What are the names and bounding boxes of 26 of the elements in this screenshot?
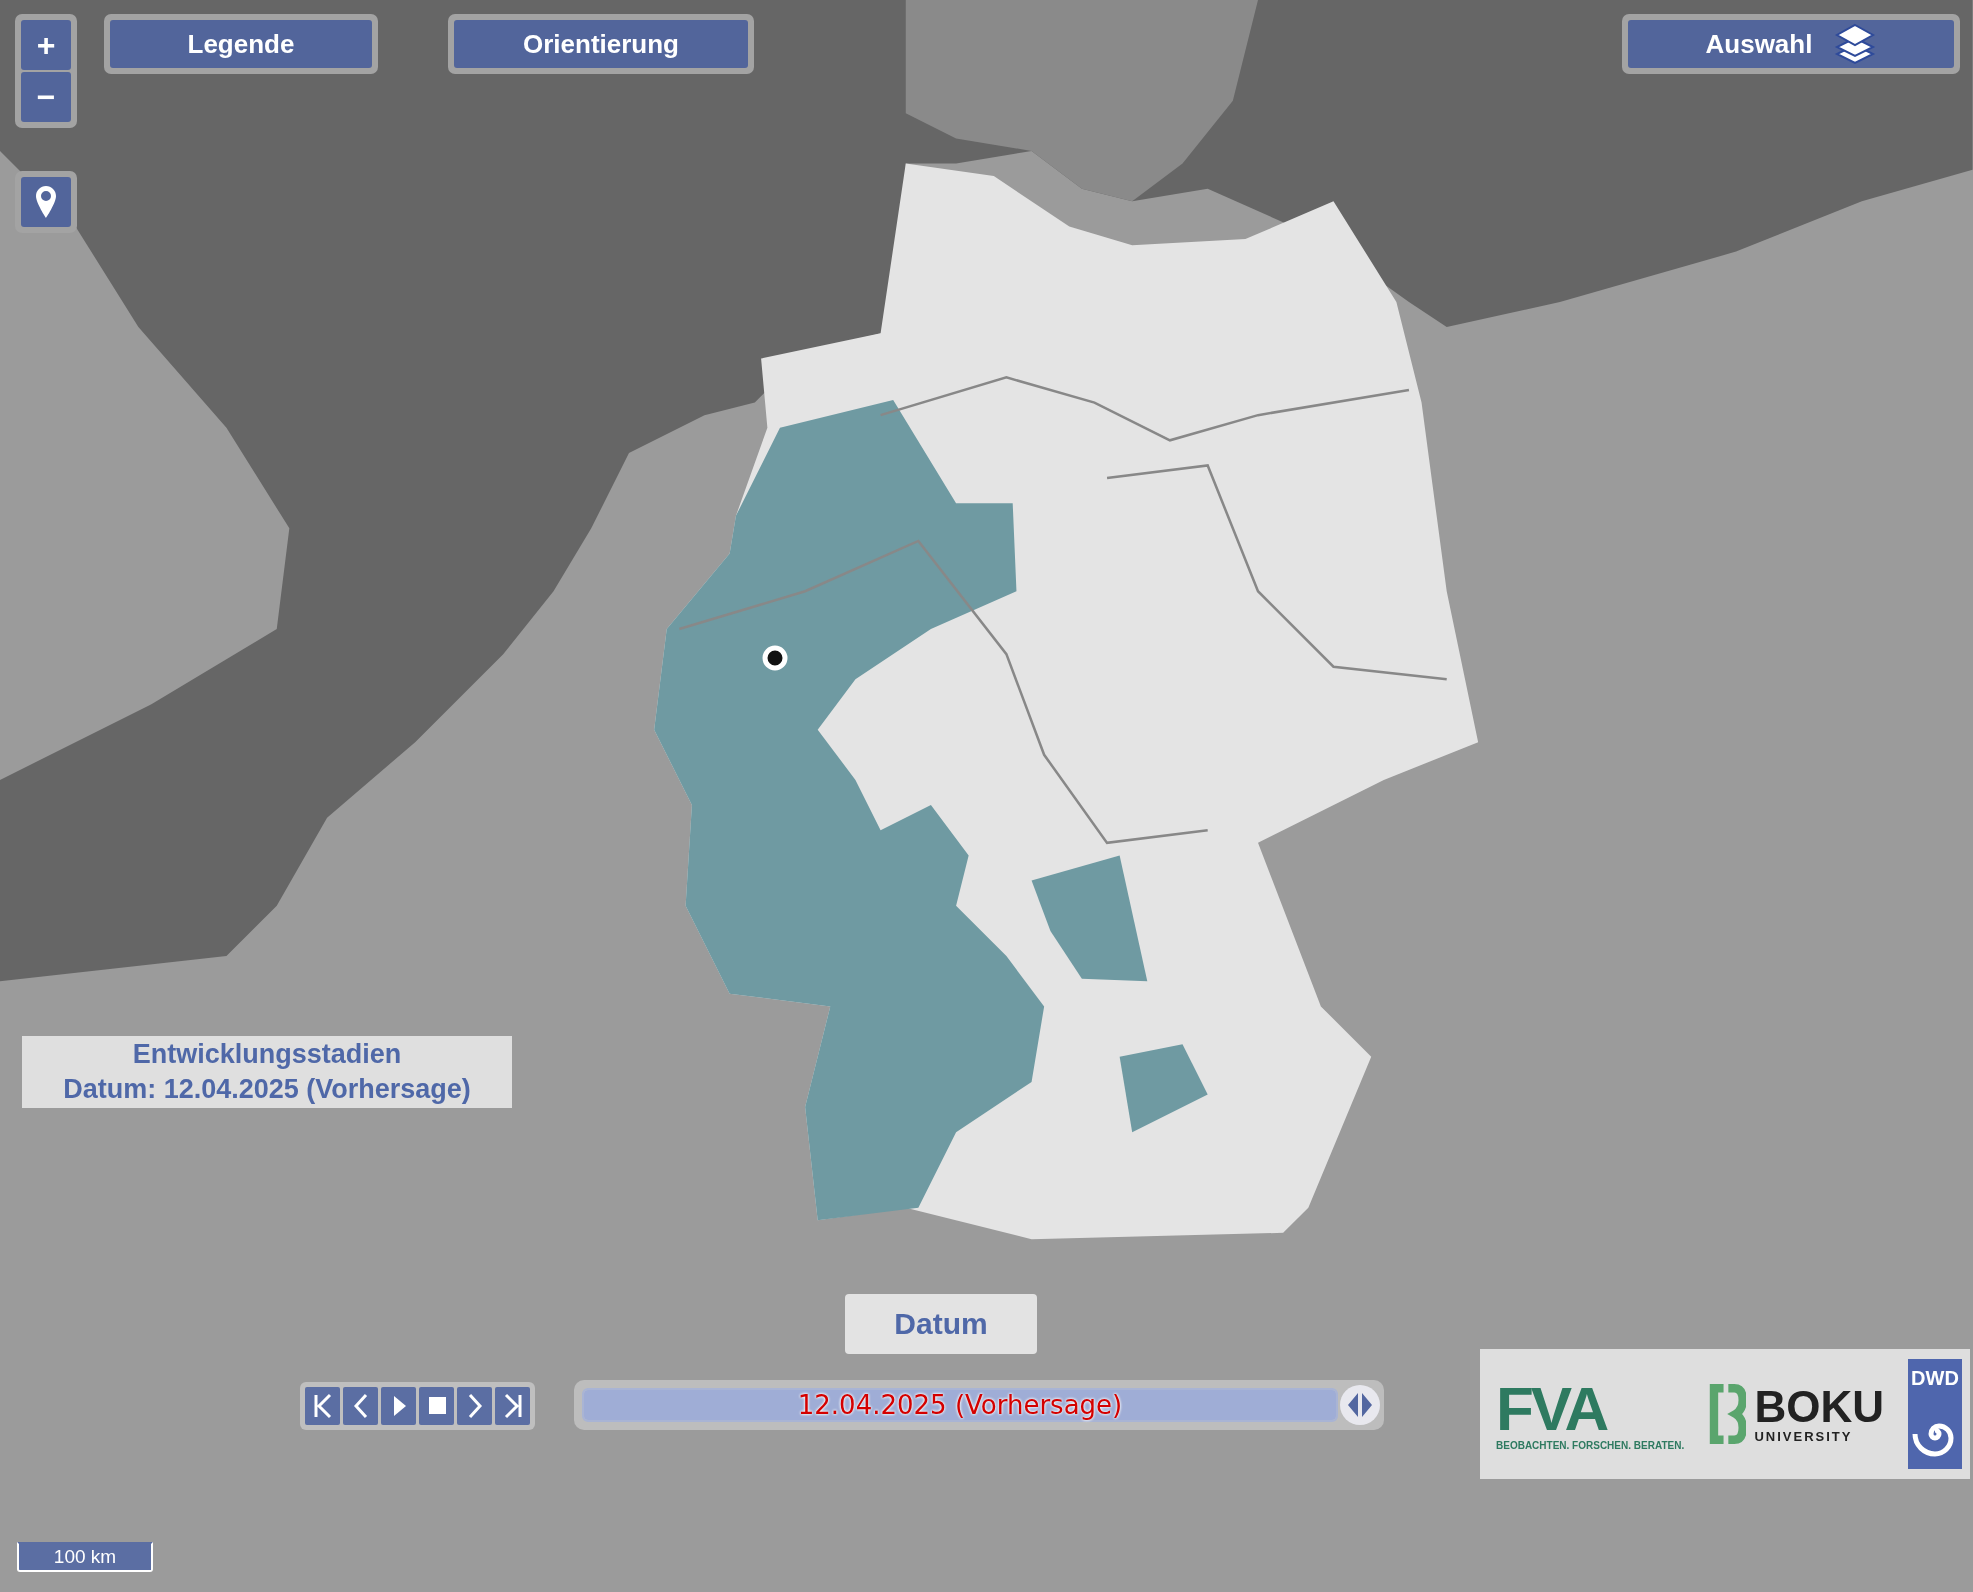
last-button[interactable] — [495, 1387, 530, 1425]
dwd-logo-text: DWD — [1911, 1367, 1959, 1391]
menu-button[interactable]: Legende — [110, 20, 372, 68]
selection-button[interactable]: Auswahl — [1628, 20, 1954, 68]
slider-date-value: 12.04.2025 (Vorhersage) — [797, 1390, 1123, 1420]
next-button[interactable] — [457, 1387, 492, 1425]
stop-button[interactable] — [419, 1387, 454, 1425]
zoom-in-button[interactable]: + — [21, 20, 71, 70]
scale-bar: 100 km — [17, 1542, 153, 1572]
layers-icon — [1834, 23, 1877, 65]
layer-title: Entwicklungsstadien — [131, 1037, 403, 1071]
menu-button[interactable]: Orientierung — [454, 20, 748, 68]
prev-button[interactable] — [343, 1387, 378, 1425]
fva-logo: FVA — [1496, 1377, 1607, 1440]
map-pin-icon — [36, 186, 56, 218]
zoom-out-button[interactable]: − — [21, 72, 71, 122]
logo-tagline: BEOBACHTEN. FORSCHEN. BERATEN. — [1496, 1439, 1685, 1451]
play-button[interactable] — [381, 1387, 416, 1425]
location-button[interactable] — [21, 177, 71, 227]
logo-subtitle: UNIVERSITY — [1754, 1428, 1853, 1444]
date-caption: Datum: 12.04.2025 (Vorhersage) — [62, 1073, 472, 1106]
location-marker — [762, 645, 788, 671]
date-label: Datum — [845, 1294, 1037, 1354]
slider-thumb[interactable] — [1340, 1385, 1380, 1425]
boku-logo: BOKU — [1754, 1384, 1884, 1429]
first-button[interactable] — [305, 1387, 340, 1425]
